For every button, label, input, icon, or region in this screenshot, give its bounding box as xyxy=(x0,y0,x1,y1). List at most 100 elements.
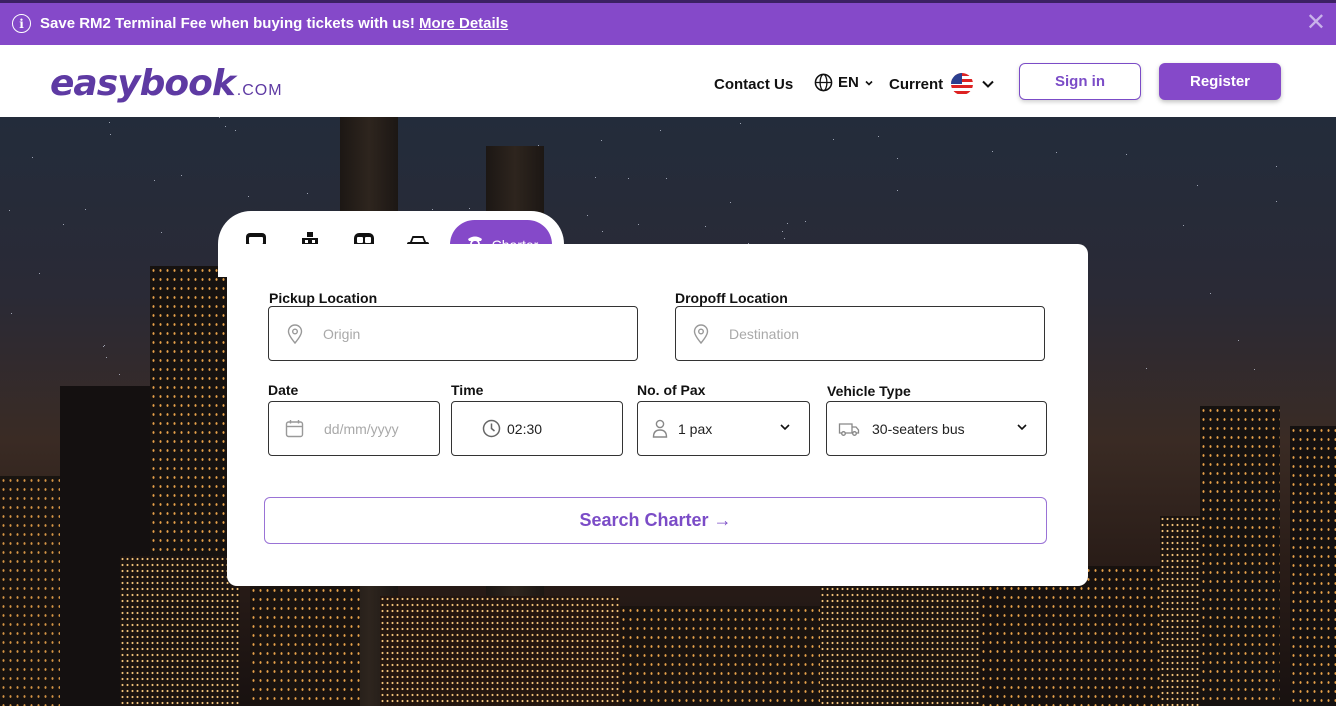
star xyxy=(85,209,86,210)
building xyxy=(820,586,980,706)
currency-label: Current xyxy=(889,75,944,93)
time-field[interactable]: 02:30 xyxy=(451,401,623,456)
star xyxy=(1056,152,1057,153)
star xyxy=(32,157,33,158)
star xyxy=(109,122,110,123)
star xyxy=(1276,201,1277,202)
location-pin-icon xyxy=(693,323,709,344)
pax-select[interactable]: 1 pax xyxy=(637,401,810,456)
contact-us-link[interactable]: Contact Us xyxy=(714,76,793,93)
location-pin-icon xyxy=(287,323,303,344)
chevron-down-icon xyxy=(865,80,873,86)
star xyxy=(103,346,104,347)
star xyxy=(235,130,236,131)
dropoff-placeholder: Destination xyxy=(729,325,800,342)
star xyxy=(638,224,639,225)
van-icon xyxy=(838,422,860,436)
star xyxy=(161,232,162,233)
sign-in-button[interactable]: Sign in xyxy=(1019,63,1141,100)
star xyxy=(1126,154,1127,155)
promo-message-line: Save RM2 Terminal Fee when buying ticket… xyxy=(40,15,508,32)
star xyxy=(469,208,470,209)
building xyxy=(980,566,1160,706)
logo-wordmark: easybook xyxy=(50,63,236,104)
star xyxy=(39,273,40,274)
dropoff-field[interactable]: Destination xyxy=(675,306,1045,361)
chevron-down-icon xyxy=(1017,424,1027,431)
promo-message: Save RM2 Terminal Fee when buying ticket… xyxy=(40,15,415,32)
clock-icon xyxy=(482,419,501,438)
star xyxy=(740,123,741,124)
star xyxy=(181,175,182,176)
site-header: easybook .COM Contact Us EN Current Sign… xyxy=(0,45,1336,117)
logo-tld: .COM xyxy=(236,82,283,99)
time-value: 02:30 xyxy=(507,420,543,437)
star xyxy=(595,177,596,178)
pickup-placeholder: Origin xyxy=(323,325,361,342)
star xyxy=(154,180,155,181)
star xyxy=(219,117,220,118)
language-label: EN xyxy=(838,74,859,91)
star xyxy=(225,126,226,127)
star xyxy=(705,226,706,227)
star xyxy=(9,210,10,211)
date-label: Date xyxy=(268,382,299,398)
star xyxy=(1238,340,1239,341)
star xyxy=(104,345,105,346)
calendar-icon xyxy=(285,420,304,438)
vehicle-type-value: 30-seaters bus xyxy=(872,420,965,437)
star xyxy=(784,238,785,239)
vehicle-type-label: Vehicle Type xyxy=(827,383,911,399)
star xyxy=(666,178,667,179)
star xyxy=(307,193,308,194)
star xyxy=(897,190,898,191)
star xyxy=(805,221,806,222)
star xyxy=(11,313,12,314)
date-field[interactable]: dd/mm/yyyy xyxy=(268,401,440,456)
star xyxy=(1276,166,1277,167)
pickup-field[interactable]: Origin xyxy=(268,306,638,361)
star xyxy=(1183,225,1184,226)
star xyxy=(106,357,107,358)
us-flag-icon xyxy=(951,73,974,95)
more-details-link[interactable]: More Details xyxy=(419,15,508,32)
star xyxy=(833,139,834,140)
logo[interactable]: easybook .COM xyxy=(50,63,283,104)
pax-label: No. of Pax xyxy=(637,382,706,398)
pickup-label: Pickup Location xyxy=(269,290,378,306)
star xyxy=(782,231,783,232)
building xyxy=(120,556,240,706)
building xyxy=(380,596,620,706)
currency-selector[interactable]: Current xyxy=(889,73,995,95)
star xyxy=(248,196,249,197)
person-icon xyxy=(652,419,668,438)
star xyxy=(878,136,879,137)
chevron-down-icon xyxy=(780,424,790,431)
star xyxy=(1210,293,1211,294)
star xyxy=(787,223,788,224)
vehicle-type-select[interactable]: 30-seaters bus xyxy=(826,401,1047,456)
chevron-down-icon xyxy=(982,80,994,88)
star xyxy=(601,140,602,141)
star xyxy=(587,215,588,216)
star xyxy=(1254,369,1255,370)
info-icon: i xyxy=(12,14,31,33)
search-charter-button[interactable]: Search Charter → xyxy=(264,497,1047,544)
date-placeholder: dd/mm/yyyy xyxy=(324,420,399,437)
building xyxy=(1200,406,1280,706)
globe-icon xyxy=(814,73,833,92)
time-label: Time xyxy=(451,382,484,398)
star xyxy=(110,134,111,135)
star xyxy=(119,374,120,375)
promo-banner: i Save RM2 Terminal Fee when buying tick… xyxy=(0,0,1336,45)
star xyxy=(63,224,64,225)
star xyxy=(1197,185,1198,186)
close-icon[interactable]: ✕ xyxy=(1306,11,1326,35)
star xyxy=(628,178,629,179)
register-button[interactable]: Register xyxy=(1159,63,1281,100)
building xyxy=(1290,426,1336,706)
language-selector[interactable]: EN xyxy=(814,73,874,92)
dropoff-label: Dropoff Location xyxy=(675,290,788,306)
star xyxy=(1146,368,1147,369)
pax-value: 1 pax xyxy=(678,420,713,437)
